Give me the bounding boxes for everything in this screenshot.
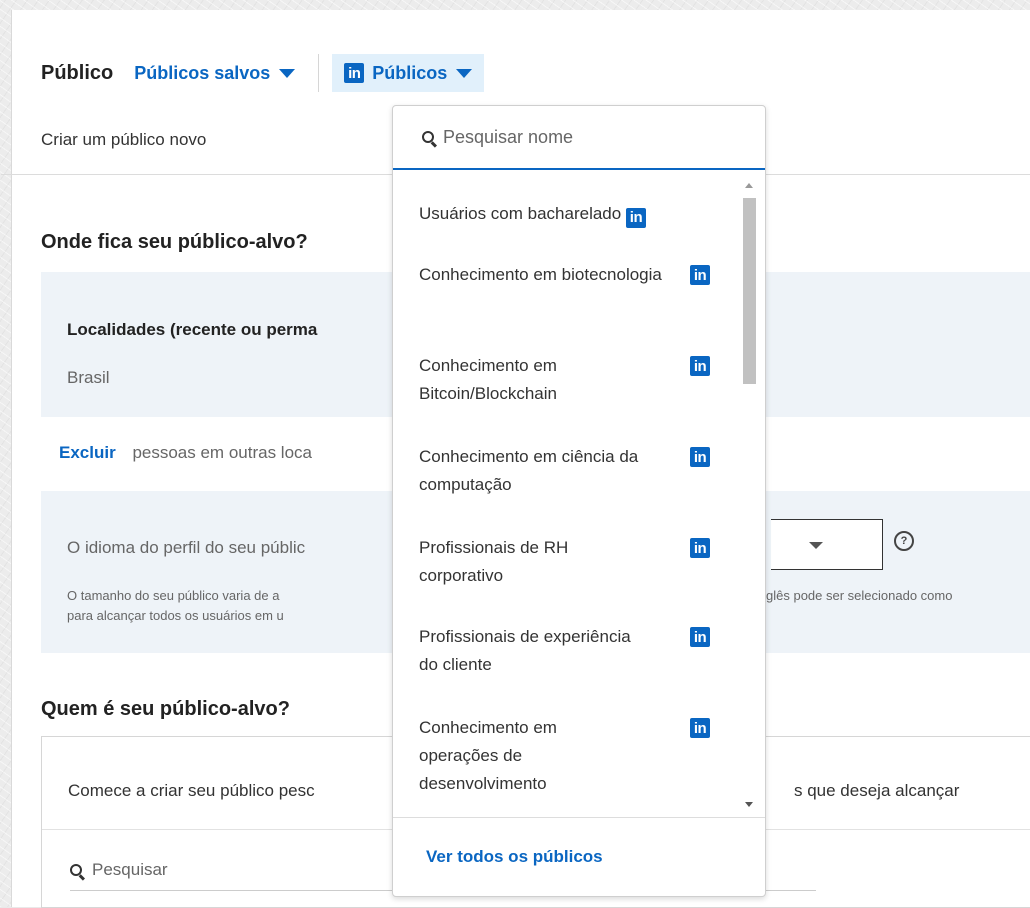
audience-option[interactable]: Profissionais de RH corporativo in xyxy=(419,534,731,590)
audience-option[interactable]: Usuários com bacharelado in xyxy=(419,200,731,228)
language-note-right: glês pode ser selecionado como xyxy=(766,588,953,603)
audience-option-label: Profissionais de RH corporativo xyxy=(419,538,569,585)
audiences-button-label: Públicos xyxy=(372,62,448,83)
locations-label: Localidades (recente ou perma xyxy=(67,320,318,339)
audience-option[interactable]: Conhecimento em operações de desenvolvim… xyxy=(419,714,731,798)
linkedin-logo-icon: in xyxy=(690,718,710,738)
see-all-audiences-link[interactable]: Ver todos os públicos xyxy=(426,847,603,867)
header-separator xyxy=(318,54,320,92)
scrollbar-thumb[interactable] xyxy=(743,198,756,384)
scroll-down-arrow-icon[interactable] xyxy=(745,802,753,807)
dropdown-search-placeholder: Pesquisar nome xyxy=(443,126,574,147)
audience-option[interactable]: Profissionais de experiência do cliente … xyxy=(419,623,731,679)
linkedin-logo-icon: in xyxy=(690,265,710,285)
audience-option-label: Conhecimento em Bitcoin/Blockchain xyxy=(419,356,557,403)
help-icon[interactable]: ? xyxy=(894,531,914,551)
caret-down-icon xyxy=(456,68,473,78)
audience-option[interactable]: Conhecimento em Bitcoin/Blockchain in xyxy=(419,352,731,408)
dropdown-search-input[interactable]: Pesquisar nome xyxy=(393,106,765,170)
caret-down-icon xyxy=(279,68,296,78)
search-icon xyxy=(422,131,434,143)
audience-option-label: Conhecimento em biotecnologia xyxy=(419,265,662,284)
scroll-up-arrow-icon[interactable] xyxy=(745,183,753,188)
page-title: Público xyxy=(41,61,114,84)
exclude-row: Excluir pessoas em outras loca xyxy=(59,443,312,463)
audience-option[interactable]: Conhecimento em biotecnologia in xyxy=(419,261,731,289)
exclude-description: pessoas em outras loca xyxy=(132,443,312,462)
exclude-link[interactable]: Excluir xyxy=(59,443,116,462)
saved-audiences-dropdown[interactable]: Públicos salvos xyxy=(134,62,296,84)
audience-list[interactable]: Usuários com bacharelado in Conhecimento… xyxy=(393,181,738,811)
search-icon xyxy=(70,864,82,876)
profile-language-select[interactable] xyxy=(771,519,883,570)
audiences-dropdown-button[interactable]: in Públicos xyxy=(332,54,485,92)
dropdown-footer: Ver todos os públicos xyxy=(393,817,765,896)
audiences-dropdown-menu: Pesquisar nome Usuários com bacharelado … xyxy=(392,105,766,897)
audience-option-label: Usuários com bacharelado xyxy=(419,204,622,223)
audience-header: Público Públicos salvos in Públicos xyxy=(41,54,485,92)
linkedin-logo-icon: in xyxy=(690,356,710,376)
select-caret-icon xyxy=(809,542,823,549)
builder-prompt: Comece a criar seu público pesc xyxy=(68,781,315,800)
builder-prompt-right: s que deseja alcançar xyxy=(794,781,960,800)
linkedin-logo-icon: in xyxy=(344,63,365,83)
profile-language-label: O idioma do perfil do seu públic xyxy=(67,538,306,557)
audience-option-label: Profissionais de experiência do cliente xyxy=(419,627,631,674)
linkedin-logo-icon: in xyxy=(690,627,710,647)
who-section-title: Quem é seu público-alvo? xyxy=(41,698,290,720)
audience-option-label: Conhecimento em operações de desenvolvim… xyxy=(419,718,557,793)
create-new-audience-link[interactable]: Criar um público novo xyxy=(41,130,206,150)
linkedin-logo-icon: in xyxy=(690,538,710,558)
location-section-title: Onde fica seu público-alvo? xyxy=(41,231,308,253)
audience-search-placeholder: Pesquisar xyxy=(92,860,168,879)
linkedin-logo-icon: in xyxy=(690,447,710,467)
audience-option-label: Conhecimento em ciência da computação xyxy=(419,447,639,494)
linkedin-logo-icon: in xyxy=(625,207,646,228)
saved-audiences-label: Públicos salvos xyxy=(134,62,271,83)
audience-option[interactable]: Conhecimento em ciência da computação in xyxy=(419,443,731,499)
location-value: Brasil xyxy=(67,368,110,387)
dropdown-scrollbar[interactable] xyxy=(739,180,759,810)
